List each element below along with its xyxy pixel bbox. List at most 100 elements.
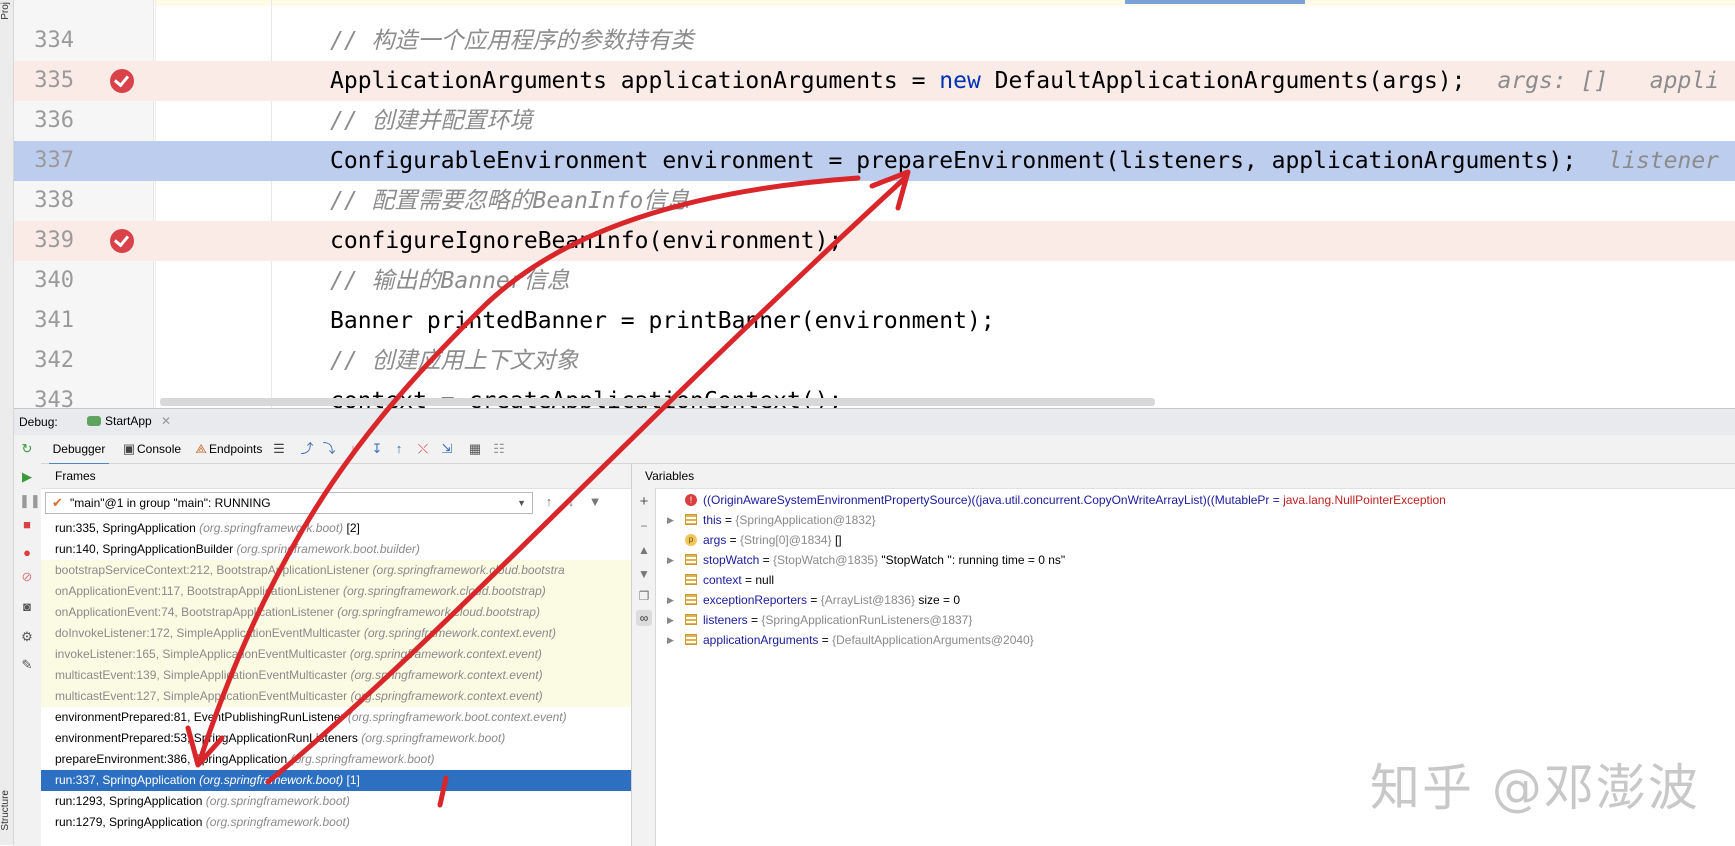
chevron-down-icon[interactable]: ▼ xyxy=(517,493,526,513)
breakpoint-icon[interactable] xyxy=(110,69,134,93)
frame-row[interactable]: environmentPrepared:53, SpringApplicatio… xyxy=(41,728,631,749)
frame-row[interactable]: run:1293, SpringApplication (org.springf… xyxy=(41,791,631,812)
line-number[interactable]: 343 xyxy=(30,381,74,408)
frame-row[interactable]: prepareEnvironment:386, SpringApplicatio… xyxy=(41,749,631,770)
code-text[interactable]: configureIgnoreBeanInfo(environment); xyxy=(330,221,842,261)
line-number[interactable]: 337 xyxy=(30,141,74,181)
frame-package: (org.springframework.boot) xyxy=(290,752,435,766)
code-line[interactable]: 337 ConfigurableEnvironment environment =… xyxy=(0,141,1735,181)
minus-icon[interactable]: − xyxy=(636,518,652,534)
evaluate-expression-icon[interactable]: ▦ xyxy=(467,441,483,457)
thread-selector[interactable]: ✔ "main"@1 in group "main": RUNNING ▼ xyxy=(45,492,533,514)
layout-menu-icon[interactable]: ☰ xyxy=(271,441,287,457)
variable-row[interactable]: p args = {String[0]@1834} [] xyxy=(657,530,1735,550)
frame-row[interactable]: invokeListener:165, SimpleApplicationEve… xyxy=(41,644,631,665)
frame-row[interactable]: run:335, SpringApplication (org.springfr… xyxy=(41,518,631,539)
force-step-into-icon[interactable]: ↧ xyxy=(369,441,385,457)
trace-icon[interactable]: ☷ xyxy=(491,441,507,457)
code-text[interactable]: Banner printedBanner = printBanner(envir… xyxy=(330,301,995,341)
chevron-right-icon[interactable]: ▶ xyxy=(667,630,674,650)
frame-row[interactable]: onApplicationEvent:74, BootstrapApplicat… xyxy=(41,602,631,623)
code-line[interactable]: 335 ApplicationArguments applicationArgum… xyxy=(0,61,1735,101)
variable-row[interactable]: ▶ stopWatch = {StopWatch@1835} "StopWatch… xyxy=(657,550,1735,570)
variable-row[interactable]: ▶ exceptionReporters = {ArrayList@1836} s… xyxy=(657,590,1735,610)
code-line[interactable]: 339 configureIgnoreBeanInfo(environment); xyxy=(0,221,1735,261)
tab-endpoints[interactable]: Endpoints xyxy=(209,435,262,463)
code-editor[interactable]: 334 // 构造一个应用程序的参数持有类 335 ApplicationArgume… xyxy=(0,0,1735,408)
pin-icon[interactable]: ✎ xyxy=(19,657,35,673)
chevron-right-icon[interactable]: ▶ xyxy=(667,610,674,630)
code-text[interactable]: // 输出的Banner信息 xyxy=(330,261,570,301)
tab-console[interactable]: Console xyxy=(137,435,181,463)
resume-icon[interactable]: ▶ xyxy=(19,469,35,485)
arrow-up-icon[interactable]: ↑ xyxy=(541,494,557,512)
code-text[interactable]: // 配置需要忽略的BeanInfo信息 xyxy=(330,181,689,221)
code-text[interactable]: ApplicationArguments applicationArgument… xyxy=(330,61,1719,101)
filter-icon[interactable]: ▼ xyxy=(587,494,603,512)
code-text[interactable]: // 创建并配置环境 xyxy=(330,101,533,141)
code-line[interactable]: 334 // 构造一个应用程序的参数持有类 xyxy=(0,21,1735,61)
frame-package: (org.springframework.boot) xyxy=(199,773,344,787)
chevron-right-icon[interactable]: ▶ xyxy=(667,510,674,530)
structure-tool-label[interactable]: Structure xyxy=(0,790,11,831)
horizontal-scrollbar[interactable] xyxy=(160,398,1155,406)
line-number[interactable]: 339 xyxy=(30,221,74,261)
step-over-icon[interactable]: ⤵ xyxy=(321,441,337,457)
line-number[interactable]: 336 xyxy=(30,101,74,141)
drop-frame-icon[interactable]: ⤬ xyxy=(415,441,431,457)
glasses-icon[interactable]: ∞ xyxy=(636,610,652,626)
code-segment: ApplicationArguments applicationArgument… xyxy=(330,68,940,94)
arrow-down-icon[interactable]: ↓ xyxy=(563,494,579,512)
breakpoint-icon[interactable] xyxy=(110,229,134,253)
variable-row[interactable]: ! ((OriginAwareSystemEnvironmentPropertyS… xyxy=(657,490,1735,510)
gear-icon[interactable]: ⚙ xyxy=(19,629,35,645)
frame-row[interactable]: multicastEvent:139, SimpleApplicationEve… xyxy=(41,665,631,686)
move-up-icon[interactable]: ▲ xyxy=(636,542,652,558)
variable-row[interactable]: context = null xyxy=(657,570,1735,590)
line-number[interactable]: 338 xyxy=(30,181,74,221)
line-number[interactable]: 334 xyxy=(30,21,74,61)
frame-row[interactable]: run:337, SpringApplication (org.springfr… xyxy=(41,770,631,791)
add-watch-icon[interactable]: + xyxy=(636,494,652,510)
pause-icon[interactable]: ❚❚ xyxy=(19,493,41,509)
step-out-icon[interactable]: ↑ xyxy=(391,441,407,457)
code-text[interactable]: // 构造一个应用程序的参数持有类 xyxy=(330,21,694,61)
variable-row[interactable]: ▶ listeners = {SpringApplicationRunListen… xyxy=(657,610,1735,630)
code-text[interactable]: // 创建应用上下文对象 xyxy=(330,341,579,381)
tab-debugger[interactable]: Debugger xyxy=(49,435,109,466)
frame-row[interactable]: environmentPrepared:81, EventPublishingR… xyxy=(41,707,631,728)
frame-row[interactable]: onApplicationEvent:117, BootstrapApplica… xyxy=(41,581,631,602)
project-tool-label[interactable]: Proj xyxy=(0,2,11,20)
frame-row[interactable]: multicastEvent:127, SimpleApplicationEve… xyxy=(41,686,631,707)
line-number[interactable]: 341 xyxy=(30,301,74,341)
variable-row[interactable]: ▶ applicationArguments = {DefaultApplicat… xyxy=(657,630,1735,650)
frame-row[interactable]: run:140, SpringApplicationBuilder (org.s… xyxy=(41,539,631,560)
run-to-cursor-icon[interactable]: ⇲ xyxy=(439,441,455,457)
show-execution-point-icon[interactable]: ⤴ xyxy=(299,441,315,457)
session-tab-startapp[interactable]: StartApp ✕ xyxy=(81,409,180,438)
rerun-icon[interactable]: ↻ xyxy=(19,441,35,457)
move-down-icon[interactable]: ▼ xyxy=(636,566,652,582)
mute-breakpoints-icon[interactable]: ⊘ xyxy=(19,569,35,585)
code-line[interactable]: 338 // 配置需要忽略的BeanInfo信息 xyxy=(0,181,1735,221)
code-text[interactable]: ConfigurableEnvironment environment = pr… xyxy=(330,141,1719,181)
chevron-right-icon[interactable]: ▶ xyxy=(667,550,674,570)
variable-row[interactable]: ▶ this = {SpringApplication@1832} xyxy=(657,510,1735,530)
line-number[interactable]: 340 xyxy=(30,261,74,301)
stop-icon[interactable]: ■ xyxy=(19,517,35,533)
code-line[interactable]: 342 // 创建应用上下文对象 xyxy=(0,341,1735,381)
view-breakpoints-icon[interactable]: ● xyxy=(19,545,35,561)
line-number[interactable]: 335 xyxy=(30,61,74,101)
copy-icon[interactable]: ❐ xyxy=(636,588,652,604)
frame-row[interactable]: run:1279, SpringApplication (org.springf… xyxy=(41,812,631,833)
camera-icon[interactable]: ◙ xyxy=(19,599,35,615)
code-line[interactable]: 340 // 输出的Banner信息 xyxy=(0,261,1735,301)
close-icon[interactable]: ✕ xyxy=(161,414,171,428)
code-line[interactable]: 341 Banner printedBanner = printBanner(en… xyxy=(0,301,1735,341)
code-line[interactable]: 336 // 创建并配置环境 xyxy=(0,101,1735,141)
chevron-right-icon[interactable]: ▶ xyxy=(667,590,674,610)
step-into-icon[interactable]: ↓ xyxy=(345,441,361,457)
line-number[interactable]: 342 xyxy=(30,341,74,381)
frame-row[interactable]: doInvokeListener:172, SimpleApplicationE… xyxy=(41,623,631,644)
frame-row[interactable]: bootstrapServiceContext:212, BootstrapAp… xyxy=(41,560,631,581)
